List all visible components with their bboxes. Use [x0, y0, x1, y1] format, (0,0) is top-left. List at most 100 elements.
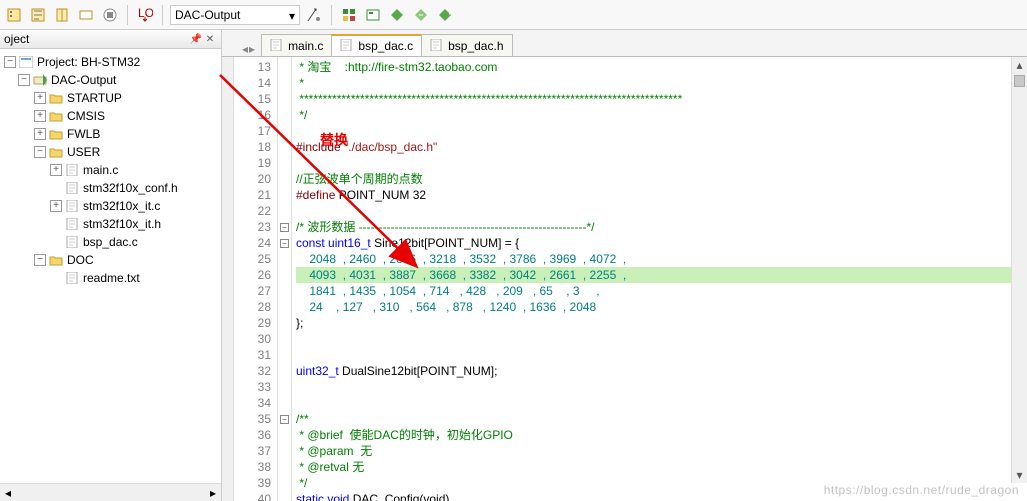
code-line[interactable]: */ [296, 107, 1027, 123]
code-line[interactable]: 4093 , 4031 , 3887 , 3668 , 3382 , 3042 … [296, 267, 1027, 283]
code-line[interactable]: //正弦波单个周期的点数 [296, 171, 1027, 187]
code-editor[interactable]: 1314151617181920212223242526272829303132… [222, 57, 1027, 501]
chevron-down-icon: ▾ [289, 9, 295, 23]
target-select-value: DAC-Output [175, 8, 240, 22]
line-number: 31 [234, 347, 271, 363]
tab-main.c[interactable]: main.c [261, 34, 332, 56]
panel-close-icon[interactable]: ✕ [203, 32, 217, 46]
file-stm32f10x_it.c[interactable]: + stm32f10x_it.c [0, 197, 221, 215]
code-line[interactable]: const uint16_t Sine12bit[POINT_NUM] = { [296, 235, 1027, 251]
group-startup[interactable]: + STARTUP [0, 89, 221, 107]
group-user[interactable]: − USER [0, 143, 221, 161]
pack-installer-check-icon[interactable] [435, 5, 455, 25]
batch-build-icon[interactable] [76, 5, 96, 25]
tab-label: bsp_dac.c [358, 39, 413, 53]
line-number: 15 [234, 91, 271, 107]
code-line[interactable]: /** [296, 411, 1027, 427]
code-line[interactable]: /* 波形数据 --------------------------------… [296, 219, 1027, 235]
tab-bsp_dac.c[interactable]: bsp_dac.c [331, 34, 422, 56]
workspace-icon [18, 55, 34, 69]
line-number: 28 [234, 299, 271, 315]
fold-toggle[interactable]: − [280, 223, 289, 232]
code-line[interactable]: * 淘宝 :http://fire-stm32.taobao.com [296, 59, 1027, 75]
code-line[interactable]: */ [296, 475, 1027, 491]
line-number: 39 [234, 475, 271, 491]
file-main.c[interactable]: + main.c [0, 161, 221, 179]
code-line[interactable]: 24 , 127 , 310 , 564 , 878 , 1240 , 1636… [296, 299, 1027, 315]
code-line[interactable]: * [296, 75, 1027, 91]
code-line[interactable]: ****************************************… [296, 91, 1027, 107]
target-select[interactable]: DAC-Output ▾ [170, 5, 300, 25]
fold-toggle[interactable]: − [280, 415, 289, 424]
code-line[interactable]: uint32_t DualSine12bit[POINT_NUM]; [296, 363, 1027, 379]
line-number: 24 [234, 235, 271, 251]
target-icon [32, 73, 48, 87]
build-icon[interactable] [4, 5, 24, 25]
code-line[interactable]: 2048 , 2460 , 2856 , 3218 , 3532 , 3786 … [296, 251, 1027, 267]
tab-label: main.c [288, 39, 323, 53]
select-packs-icon[interactable] [363, 5, 383, 25]
rebuild-icon[interactable] [28, 5, 48, 25]
options-icon[interactable] [304, 5, 324, 25]
scroll-up-icon[interactable]: ▴ [1012, 57, 1027, 73]
code-line[interactable]: }; [296, 315, 1027, 331]
tab-bsp_dac.h[interactable]: bsp_dac.h [421, 34, 512, 56]
tab-next-icon[interactable]: ▸ [249, 42, 255, 56]
group-doc[interactable]: − DOC [0, 251, 221, 269]
code-line[interactable] [296, 331, 1027, 347]
line-number: 22 [234, 203, 271, 219]
code-line[interactable]: * @brief 使能DAC的时钟，初始化GPIO [296, 427, 1027, 443]
vscroll-thumb[interactable] [1014, 75, 1025, 87]
file-stm32f10x_conf.h[interactable]: stm32f10x_conf.h [0, 179, 221, 197]
code-line[interactable] [296, 155, 1027, 171]
code-line[interactable]: 1841 , 1435 , 1054 , 714 , 428 , 209 , 6… [296, 283, 1027, 299]
code-line[interactable]: * @param 无 [296, 443, 1027, 459]
group-fwlb[interactable]: + FWLB [0, 125, 221, 143]
fold-toggle[interactable]: − [280, 239, 289, 248]
line-number: 21 [234, 187, 271, 203]
line-number: 26 [234, 267, 271, 283]
folder-icon [48, 145, 64, 159]
line-number: 17 [234, 123, 271, 139]
project-tree[interactable]: − Project: BH-STM32 − DAC-Output + START… [0, 49, 221, 483]
pack-installer-update-icon[interactable] [411, 5, 431, 25]
line-number: 16 [234, 107, 271, 123]
vertical-scrollbar[interactable]: ▴ ▾ [1011, 57, 1027, 483]
code-line[interactable] [296, 203, 1027, 219]
download-icon[interactable]: LOAD [135, 5, 155, 25]
line-number: 40 [234, 491, 271, 501]
code-line[interactable] [296, 347, 1027, 363]
tab-prev-icon[interactable]: ◂ [242, 42, 248, 56]
scroll-left-icon[interactable]: ◂ [0, 486, 16, 500]
file-icon [430, 39, 444, 53]
line-number: 14 [234, 75, 271, 91]
code-line[interactable] [296, 379, 1027, 395]
code-line[interactable]: #include "./dac/bsp_dac.h" [296, 139, 1027, 155]
line-number: 20 [234, 171, 271, 187]
folder-icon [48, 127, 64, 141]
file-readme.txt[interactable]: readme.txt [0, 269, 221, 287]
code-line[interactable]: #define POINT_NUM 32 [296, 187, 1027, 203]
code-line[interactable]: * @retval 无 [296, 459, 1027, 475]
group-cmsis[interactable]: + CMSIS [0, 107, 221, 125]
line-number: 33 [234, 379, 271, 395]
file-bsp_dac.c[interactable]: bsp_dac.c [0, 233, 221, 251]
file-icon [340, 39, 354, 53]
file-icon [64, 181, 80, 195]
code-line[interactable]: static void DAC_Config(void) [296, 491, 1027, 501]
project-root[interactable]: − Project: BH-STM32 [0, 53, 221, 71]
target-node[interactable]: − DAC-Output [0, 71, 221, 89]
scroll-right-icon[interactable]: ▸ [205, 486, 221, 500]
pin-icon[interactable]: 📌 [189, 32, 203, 46]
code-line[interactable] [296, 395, 1027, 411]
line-number: 23 [234, 219, 271, 235]
manage-components-icon[interactable] [339, 5, 359, 25]
build-all-icon[interactable] [52, 5, 72, 25]
pack-installer-icon[interactable] [387, 5, 407, 25]
scroll-down-icon[interactable]: ▾ [1012, 467, 1027, 483]
code-line[interactable] [296, 123, 1027, 139]
stop-build-icon[interactable] [100, 5, 120, 25]
folder-icon [48, 253, 64, 267]
file-icon [64, 217, 80, 231]
file-stm32f10x_it.h[interactable]: stm32f10x_it.h [0, 215, 221, 233]
